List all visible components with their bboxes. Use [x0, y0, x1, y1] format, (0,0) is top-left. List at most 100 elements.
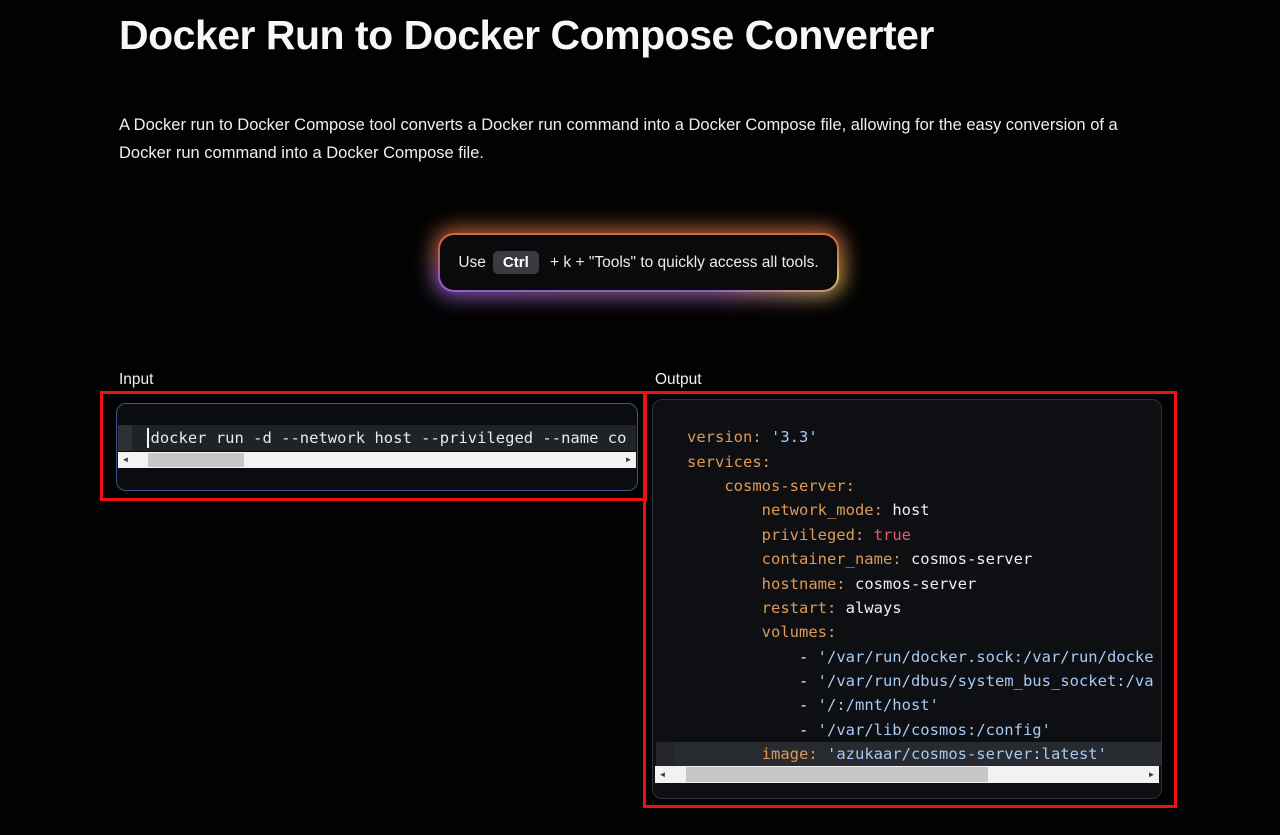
- yaml-token-str: '/var/run/dbus/system_bus_socket:/va: [818, 672, 1154, 690]
- line-gutter: [656, 449, 675, 473]
- yaml-token-txt: -: [687, 696, 818, 714]
- scroll-right-icon[interactable]: ►: [621, 456, 636, 464]
- line-gutter: [656, 620, 675, 644]
- yaml-token-txt: [864, 526, 873, 544]
- yaml-token-str: '3.3': [771, 428, 818, 446]
- hint-text: Use Ctrl + k + "Tools" to quickly access …: [440, 235, 837, 290]
- output-label: Output: [655, 371, 702, 389]
- yaml-token-key: hostname:: [762, 575, 846, 593]
- yaml-line: restart: always: [653, 596, 1161, 620]
- yaml-line-content: - '/var/lib/cosmos:/config': [675, 718, 1161, 742]
- text-cursor: [147, 428, 149, 448]
- input-label: Input: [119, 371, 153, 389]
- yaml-line: - '/:/mnt/host': [653, 693, 1161, 717]
- yaml-token-txt: [687, 526, 762, 544]
- line-gutter: [656, 596, 675, 620]
- yaml-token-bool: true: [874, 526, 911, 544]
- line-gutter: [656, 669, 675, 693]
- scroll-left-icon[interactable]: ◄: [655, 771, 670, 779]
- yaml-line: privileged: true: [653, 523, 1161, 547]
- yaml-token-txt: [762, 428, 771, 446]
- yaml-line: container_name: cosmos-server: [653, 547, 1161, 571]
- yaml-line-content: restart: always: [675, 596, 1161, 620]
- line-gutter: [656, 498, 675, 522]
- yaml-token-txt: -: [687, 672, 818, 690]
- yaml-token-key: privileged:: [762, 526, 865, 544]
- yaml-token-key: container_name:: [762, 550, 902, 568]
- yaml-token-key: volumes:: [762, 623, 837, 641]
- yaml-line-content: - '/var/run/dbus/system_bus_socket:/va: [675, 669, 1161, 693]
- yaml-line-content: - '/:/mnt/host': [675, 693, 1161, 717]
- yaml-token-key: image:: [762, 745, 818, 763]
- yaml-token-key: version:: [687, 428, 762, 446]
- line-gutter: [656, 523, 675, 547]
- yaml-line-content: privileged: true: [675, 523, 1161, 547]
- shortcut-hint: Use Ctrl + k + "Tools" to quickly access …: [440, 235, 837, 290]
- yaml-line: network_mode: host: [653, 498, 1161, 522]
- ctrl-key-badge: Ctrl: [493, 251, 539, 274]
- yaml-token-str: '/:/mnt/host': [818, 696, 939, 714]
- output-scrollbar-thumb[interactable]: [686, 767, 988, 782]
- line-gutter: [656, 547, 675, 571]
- yaml-token-txt: [687, 501, 762, 519]
- yaml-token-txt: -: [687, 648, 818, 666]
- yaml-line-content: services:: [675, 449, 1161, 473]
- yaml-line: image: 'azukaar/cosmos-server:latest': [653, 742, 1161, 766]
- scroll-left-icon[interactable]: ◄: [118, 456, 133, 464]
- input-horizontal-scrollbar[interactable]: ◄ ►: [118, 452, 636, 468]
- line-gutter: [656, 571, 675, 595]
- input-code-line[interactable]: docker run -d --network host --privilege…: [118, 425, 636, 451]
- yaml-token-key: services:: [687, 453, 771, 471]
- yaml-token-str: 'azukaar/cosmos-server:latest': [827, 745, 1107, 763]
- compose-output-viewer[interactable]: version: '3.3'services: cosmos-server: n…: [652, 399, 1162, 799]
- hint-suffix: + k + "Tools" to quickly access all tool…: [546, 254, 819, 272]
- line-gutter: [656, 425, 675, 449]
- input-scrollbar-thumb[interactable]: [148, 453, 244, 467]
- yaml-token-txt: cosmos-server: [846, 575, 977, 593]
- yaml-token-txt: [687, 477, 724, 495]
- yaml-line-content: container_name: cosmos-server: [675, 547, 1161, 571]
- yaml-line: - '/var/run/docker.sock:/var/run/docke: [653, 645, 1161, 669]
- yaml-token-txt: [818, 745, 827, 763]
- line-gutter: [656, 742, 675, 766]
- yaml-line: - '/var/lib/cosmos:/config': [653, 718, 1161, 742]
- yaml-line: services:: [653, 449, 1161, 473]
- yaml-token-txt: -: [687, 721, 818, 739]
- input-value[interactable]: docker run -d --network host --privilege…: [151, 429, 627, 447]
- output-scrollbar-track[interactable]: [670, 766, 1144, 783]
- yaml-token-txt: cosmos-server: [902, 550, 1033, 568]
- line-gutter: [656, 718, 675, 742]
- yaml-token-key: cosmos-server:: [724, 477, 855, 495]
- line-gutter: [656, 693, 675, 717]
- yaml-line-content: image: 'azukaar/cosmos-server:latest': [675, 742, 1161, 766]
- yaml-line: volumes:: [653, 620, 1161, 644]
- yaml-line-content: cosmos-server:: [675, 474, 1161, 498]
- yaml-line: hostname: cosmos-server: [653, 571, 1161, 595]
- yaml-token-txt: [687, 550, 762, 568]
- yaml-token-key: network_mode:: [762, 501, 883, 519]
- output-horizontal-scrollbar[interactable]: ◄ ►: [655, 766, 1159, 783]
- yaml-token-key: restart:: [762, 599, 837, 617]
- hint-prefix: Use: [458, 254, 486, 272]
- yaml-line-content: network_mode: host: [675, 498, 1161, 522]
- yaml-line: version: '3.3': [653, 425, 1161, 449]
- docker-run-input[interactable]: docker run -d --network host --privilege…: [116, 403, 638, 491]
- scroll-right-icon[interactable]: ►: [1144, 771, 1159, 779]
- yaml-token-txt: [687, 745, 762, 763]
- yaml-token-str: '/var/lib/cosmos:/config': [818, 721, 1051, 739]
- yaml-line-content: version: '3.3': [675, 425, 1161, 449]
- yaml-token-txt: [687, 623, 762, 641]
- yaml-code-block: version: '3.3'services: cosmos-server: n…: [653, 425, 1161, 766]
- yaml-line-content: volumes:: [675, 620, 1161, 644]
- yaml-token-txt: always: [836, 599, 901, 617]
- yaml-line: cosmos-server:: [653, 474, 1161, 498]
- page-title: Docker Run to Docker Compose Converter: [119, 12, 934, 59]
- yaml-token-str: '/var/run/docker.sock:/var/run/docke: [818, 648, 1154, 666]
- yaml-token-txt: [687, 599, 762, 617]
- yaml-token-txt: host: [883, 501, 930, 519]
- yaml-line-content: hostname: cosmos-server: [675, 571, 1161, 595]
- page-description: A Docker run to Docker Compose tool conv…: [119, 112, 1174, 167]
- line-gutter: [656, 645, 675, 669]
- yaml-line-content: - '/var/run/docker.sock:/var/run/docke: [675, 645, 1161, 669]
- input-scrollbar-track[interactable]: [133, 452, 621, 468]
